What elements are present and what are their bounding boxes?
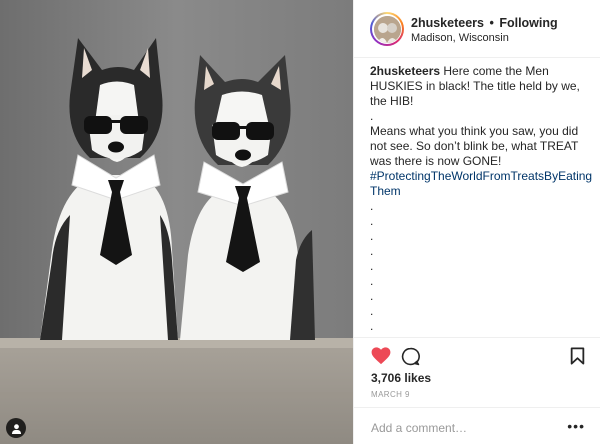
comment-icon[interactable]: [401, 347, 420, 371]
caption-trailing-dot: .: [370, 214, 374, 228]
more-options-icon[interactable]: •••: [567, 419, 585, 433]
comment-input[interactable]: [371, 419, 551, 437]
post-date[interactable]: MARCH 9: [371, 390, 410, 399]
post-caption: 2husketeers Here come the Men HUSKIES in…: [370, 64, 594, 338]
caption-trailing-dot: .: [370, 274, 374, 288]
huskies-photo: [0, 0, 353, 444]
following-button[interactable]: Following: [499, 16, 557, 30]
header-separator: •: [489, 16, 494, 30]
caption-trailing-dots: ............: [370, 199, 594, 338]
header-username[interactable]: 2husketeers: [411, 16, 484, 30]
caption-trailing-dot: .: [370, 304, 374, 318]
caption-trailing-dot: .: [370, 199, 374, 213]
post-actions: 3,706 likes MARCH 9 •••: [354, 337, 600, 444]
user-tag-icon[interactable]: [6, 418, 26, 438]
avatar[interactable]: [370, 12, 404, 46]
post-side-panel: 2husketeers • Following Madison, Wiscons…: [353, 0, 600, 444]
caption-username[interactable]: 2husketeers: [370, 64, 440, 78]
caption-trailing-dot: .: [370, 244, 374, 258]
post-header: 2husketeers • Following Madison, Wiscons…: [354, 0, 600, 58]
heart-icon[interactable]: [371, 347, 391, 370]
caption-hashtag[interactable]: #ProtectingTheWorldFromTreatsByEatingThe…: [370, 169, 592, 198]
likes-count[interactable]: 3,706 likes: [371, 371, 431, 385]
bookmark-icon[interactable]: [570, 347, 585, 370]
caption-trailing-dot: .: [370, 259, 374, 273]
post-location[interactable]: Madison, Wisconsin: [411, 31, 558, 46]
caption-trailing-dot: .: [370, 319, 374, 333]
caption-trailing-dot: .: [370, 229, 374, 243]
caption-text-2: Means what you think you saw, you did no…: [370, 124, 579, 168]
caption-dot: .: [370, 109, 374, 123]
caption-trailing-dot: .: [370, 289, 374, 303]
comment-box: •••: [354, 407, 600, 444]
post-photo[interactable]: [0, 0, 353, 444]
